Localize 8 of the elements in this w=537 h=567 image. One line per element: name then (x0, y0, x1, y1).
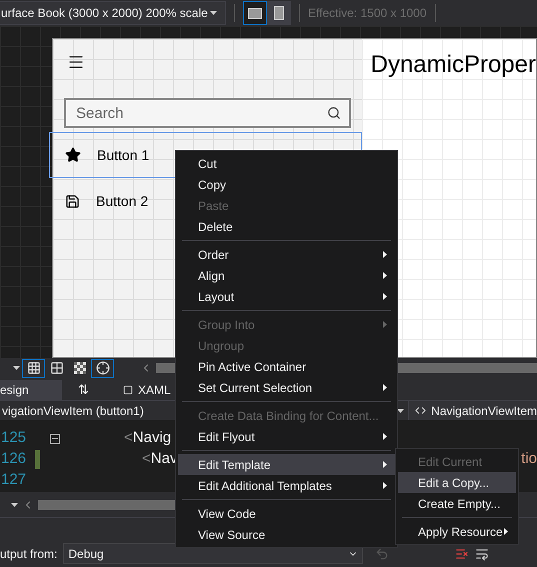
output-label: utput from: (0, 546, 58, 562)
line-number: 127 (0, 470, 26, 490)
effective-size-label: Effective: 1500 x 1000 (308, 5, 427, 22)
code-text: tio (521, 449, 537, 470)
code-text: <Navig (124, 428, 172, 448)
page-title: DynamicProper (370, 51, 536, 78)
line-number: 126 (0, 449, 26, 470)
line-number: 125 (0, 428, 26, 448)
